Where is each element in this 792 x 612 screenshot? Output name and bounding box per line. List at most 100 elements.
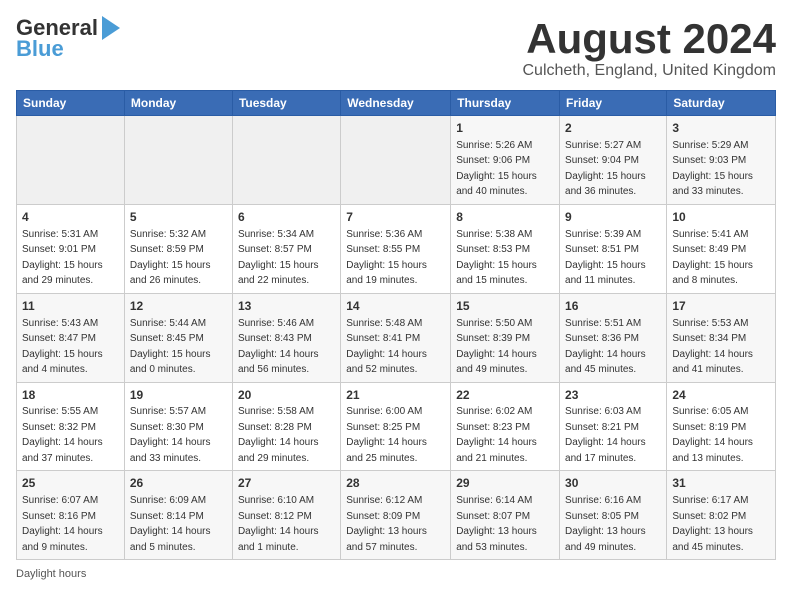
day-info: Sunrise: 5:51 AM Sunset: 8:36 PM Dayligh…	[565, 318, 646, 376]
calendar-week-row: 1 Sunrise: 5:26 AM Sunset: 9:06 PM Daylig…	[17, 116, 776, 205]
calendar-day-cell	[17, 116, 125, 205]
calendar-day-cell: 3Sunrise: 5:29 AM Sunset: 9:03 PM Daylig…	[667, 116, 776, 205]
calendar-day-cell: 19 Sunrise: 5:57 AM Sunset: 8:30 PM Dayli…	[124, 382, 232, 471]
calendar-day-cell: 16Sunrise: 5:51 AM Sunset: 8:36 PM Dayli…	[560, 293, 667, 382]
day-number: 5	[130, 209, 227, 226]
day-info: Sunrise: 5:34 AM Sunset: 8:57 PM Dayligh…	[238, 229, 319, 287]
day-info: Sunrise: 6:10 AM Sunset: 8:12 PM Dayligh…	[238, 495, 319, 553]
calendar-day-cell: 15Sunrise: 5:50 AM Sunset: 8:39 PM Dayli…	[451, 293, 560, 382]
day-number: 31	[672, 475, 770, 492]
calendar-day-cell	[232, 116, 340, 205]
calendar-day-cell: 7Sunrise: 5:36 AM Sunset: 8:55 PM Daylig…	[341, 204, 451, 293]
calendar-day-cell: 13 Sunrise: 5:46 AM Sunset: 8:43 PM Dayli…	[232, 293, 340, 382]
day-info: Sunrise: 5:43 AM Sunset: 8:47 PM Dayligh…	[22, 318, 103, 376]
day-info: Sunrise: 5:32 AM Sunset: 8:59 PM Dayligh…	[130, 229, 211, 287]
calendar-day-cell: 8 Sunrise: 5:38 AM Sunset: 8:53 PM Daylig…	[451, 204, 560, 293]
day-info: Sunrise: 6:02 AM Sunset: 8:23 PM Dayligh…	[456, 406, 537, 464]
day-number: 17	[672, 298, 770, 315]
calendar-day-cell: 26 Sunrise: 6:09 AM Sunset: 8:14 PM Dayli…	[124, 471, 232, 560]
day-info: Sunrise: 5:31 AM Sunset: 9:01 PM Dayligh…	[22, 229, 103, 287]
calendar-day-cell: 30 Sunrise: 6:16 AM Sunset: 8:05 PM Dayli…	[560, 471, 667, 560]
calendar-header-cell: Thursday	[451, 91, 560, 116]
day-info: Sunrise: 5:38 AM Sunset: 8:53 PM Dayligh…	[456, 229, 537, 287]
day-number: 26	[130, 475, 227, 492]
calendar-day-cell: 24Sunrise: 6:05 AM Sunset: 8:19 PM Dayli…	[667, 382, 776, 471]
calendar-day-cell: 18Sunrise: 5:55 AM Sunset: 8:32 PM Dayli…	[17, 382, 125, 471]
day-number: 2	[565, 120, 661, 137]
calendar-day-cell: 29 Sunrise: 6:14 AM Sunset: 8:07 PM Dayli…	[451, 471, 560, 560]
day-number: 12	[130, 298, 227, 315]
day-number: 9	[565, 209, 661, 226]
calendar-header-cell: Monday	[124, 91, 232, 116]
day-info: Sunrise: 5:27 AM Sunset: 9:04 PM Dayligh…	[565, 140, 646, 198]
location-title: Culcheth, England, United Kingdom	[523, 62, 777, 80]
day-info: Sunrise: 6:14 AM Sunset: 8:07 PM Dayligh…	[456, 495, 537, 553]
calendar-day-cell: 21 Sunrise: 6:00 AM Sunset: 8:25 PM Dayli…	[341, 382, 451, 471]
day-info: Sunrise: 5:57 AM Sunset: 8:30 PM Dayligh…	[130, 406, 211, 464]
day-info: Sunrise: 6:07 AM Sunset: 8:16 PM Dayligh…	[22, 495, 103, 553]
calendar-header-cell: Tuesday	[232, 91, 340, 116]
day-number: 19	[130, 387, 227, 404]
day-number: 13	[238, 298, 335, 315]
calendar-header-cell: Saturday	[667, 91, 776, 116]
logo: General Blue	[16, 16, 120, 62]
day-info: Sunrise: 6:16 AM Sunset: 8:05 PM Dayligh…	[565, 495, 646, 553]
calendar-day-cell: 27 Sunrise: 6:10 AM Sunset: 8:12 PM Dayli…	[232, 471, 340, 560]
calendar-day-cell: 6 Sunrise: 5:34 AM Sunset: 8:57 PM Daylig…	[232, 204, 340, 293]
footer: Daylight hours	[16, 568, 776, 580]
day-info: Sunrise: 5:26 AM Sunset: 9:06 PM Dayligh…	[456, 140, 537, 198]
calendar-day-cell: 23Sunrise: 6:03 AM Sunset: 8:21 PM Dayli…	[560, 382, 667, 471]
calendar-day-cell: 25 Sunrise: 6:07 AM Sunset: 8:16 PM Dayli…	[17, 471, 125, 560]
calendar-day-cell: 2 Sunrise: 5:27 AM Sunset: 9:04 PM Daylig…	[560, 116, 667, 205]
day-info: Sunrise: 5:36 AM Sunset: 8:55 PM Dayligh…	[346, 229, 427, 287]
day-number: 4	[22, 209, 119, 226]
day-info: Sunrise: 5:58 AM Sunset: 8:28 PM Dayligh…	[238, 406, 319, 464]
day-info: Sunrise: 6:12 AM Sunset: 8:09 PM Dayligh…	[346, 495, 427, 553]
calendar-header-cell: Wednesday	[341, 91, 451, 116]
logo-arrow-icon	[102, 16, 120, 40]
calendar-day-cell: 14Sunrise: 5:48 AM Sunset: 8:41 PM Dayli…	[341, 293, 451, 382]
day-number: 23	[565, 387, 661, 404]
day-info: Sunrise: 5:53 AM Sunset: 8:34 PM Dayligh…	[672, 318, 753, 376]
day-number: 22	[456, 387, 554, 404]
day-info: Sunrise: 5:41 AM Sunset: 8:49 PM Dayligh…	[672, 229, 753, 287]
calendar-day-cell: 5 Sunrise: 5:32 AM Sunset: 8:59 PM Daylig…	[124, 204, 232, 293]
day-info: Sunrise: 5:46 AM Sunset: 8:43 PM Dayligh…	[238, 318, 319, 376]
calendar-day-cell: 17 Sunrise: 5:53 AM Sunset: 8:34 PM Dayli…	[667, 293, 776, 382]
day-info: Sunrise: 6:09 AM Sunset: 8:14 PM Dayligh…	[130, 495, 211, 553]
calendar-week-row: 4 Sunrise: 5:31 AM Sunset: 9:01 PM Daylig…	[17, 204, 776, 293]
calendar-table: SundayMondayTuesdayWednesdayThursdayFrid…	[16, 90, 776, 560]
day-number: 6	[238, 209, 335, 226]
header: General Blue August 2024 Culcheth, Engla…	[16, 16, 776, 80]
calendar-week-row: 11 Sunrise: 5:43 AM Sunset: 8:47 PM Dayli…	[17, 293, 776, 382]
day-info: Sunrise: 5:44 AM Sunset: 8:45 PM Dayligh…	[130, 318, 211, 376]
day-number: 14	[346, 298, 445, 315]
day-number: 21	[346, 387, 445, 404]
day-info: Sunrise: 6:17 AM Sunset: 8:02 PM Dayligh…	[672, 495, 753, 553]
calendar-day-cell: 4 Sunrise: 5:31 AM Sunset: 9:01 PM Daylig…	[17, 204, 125, 293]
calendar-day-cell: 11 Sunrise: 5:43 AM Sunset: 8:47 PM Dayli…	[17, 293, 125, 382]
day-number: 18	[22, 387, 119, 404]
calendar-day-cell: 10 Sunrise: 5:41 AM Sunset: 8:49 PM Dayli…	[667, 204, 776, 293]
day-number: 29	[456, 475, 554, 492]
calendar-day-cell	[124, 116, 232, 205]
day-number: 20	[238, 387, 335, 404]
day-number: 1	[456, 120, 554, 137]
calendar-day-cell: 31 Sunrise: 6:17 AM Sunset: 8:02 PM Dayli…	[667, 471, 776, 560]
month-title: August 2024	[523, 16, 777, 62]
day-number: 28	[346, 475, 445, 492]
day-number: 30	[565, 475, 661, 492]
day-number: 25	[22, 475, 119, 492]
day-info: Sunrise: 6:00 AM Sunset: 8:25 PM Dayligh…	[346, 406, 427, 464]
day-number: 27	[238, 475, 335, 492]
calendar-header-row: SundayMondayTuesdayWednesdayThursdayFrid…	[17, 91, 776, 116]
day-number: 10	[672, 209, 770, 226]
day-info: Sunrise: 5:39 AM Sunset: 8:51 PM Dayligh…	[565, 229, 646, 287]
title-area: August 2024 Culcheth, England, United Ki…	[523, 16, 777, 80]
logo-text-blue: Blue	[16, 36, 64, 62]
day-number: 8	[456, 209, 554, 226]
day-info: Sunrise: 6:05 AM Sunset: 8:19 PM Dayligh…	[672, 406, 753, 464]
calendar-header-cell: Friday	[560, 91, 667, 116]
calendar-day-cell: 22 Sunrise: 6:02 AM Sunset: 8:23 PM Dayli…	[451, 382, 560, 471]
day-number: 11	[22, 298, 119, 315]
